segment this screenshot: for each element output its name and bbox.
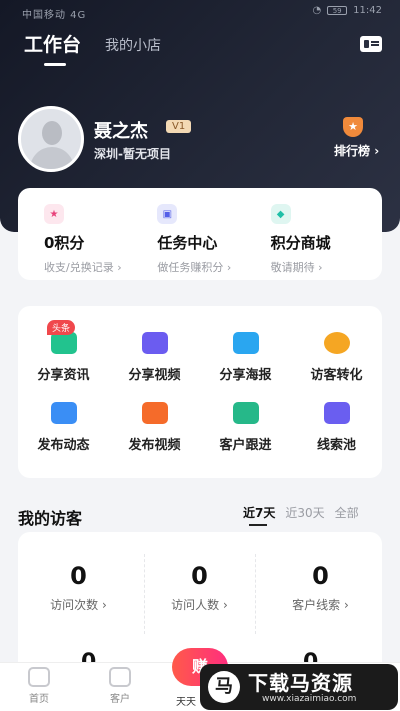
points-card: ★ 0积分 收支/兑换记录 › ▣ 任务中心 做任务赚积分 › ◆ 积分商城 敬…	[18, 188, 382, 280]
points-title: 积分商城	[270, 234, 331, 252]
tool-share-poster[interactable]: 分享海报	[200, 332, 291, 383]
person-icon	[109, 667, 131, 687]
stat-visits[interactable]: 0 访问次数 ›	[18, 562, 139, 613]
ranking-icon[interactable]: ★	[343, 117, 363, 137]
ranking-label: 排行榜	[334, 144, 371, 158]
play-icon	[141, 402, 168, 424]
points-item-tasks[interactable]: ▣ 任务中心 做任务赚积分 ›	[143, 204, 256, 280]
nav-home[interactable]: 首页	[19, 667, 59, 705]
tab-workbench[interactable]: 工作台	[24, 30, 81, 66]
top-tabs: 工作台 我的小店	[24, 30, 161, 66]
watermark-logo: 马	[208, 671, 240, 703]
tool-share-video[interactable]: 分享视频	[109, 332, 200, 383]
task-icon: ▣	[157, 204, 178, 224]
visitor-icon	[323, 332, 350, 354]
tool-label: 分享资讯	[37, 368, 90, 383]
tab-my-shop[interactable]: 我的小店	[105, 35, 161, 57]
avatar-head	[42, 121, 62, 145]
tool-visitor-convert[interactable]: 访客转化	[291, 332, 382, 383]
stat-label: 访问次数 ›	[50, 598, 107, 612]
tool-label: 分享视频	[128, 368, 181, 383]
stat-number: 0	[191, 562, 208, 590]
battery-icon: 59	[327, 6, 348, 15]
home-icon	[28, 667, 50, 687]
star-icon: ★	[44, 204, 64, 224]
section-title: 我的访客	[18, 509, 83, 528]
level-badge: V1	[166, 120, 192, 133]
stat-leads[interactable]: 0 客户线索 ›	[260, 562, 381, 613]
divider	[255, 554, 256, 634]
stat-number: 0	[70, 562, 87, 590]
watermark: 马 下载马资源 www.xiazaimiao.com	[200, 664, 398, 710]
shop-icon: ◆	[270, 204, 291, 224]
tool-post-video[interactable]: 发布视频	[109, 402, 200, 453]
user-name: 聂之杰	[94, 121, 148, 142]
article-icon	[50, 332, 77, 354]
tool-label: 客户跟进	[219, 438, 272, 453]
tool-share-article[interactable]: 分享资讯	[18, 332, 109, 383]
watermark-url: www.xiazaimiao.com	[262, 694, 357, 704]
nav-label: 天天	[176, 697, 196, 708]
stat-label: 客户线索 ›	[292, 598, 349, 612]
filter-all[interactable]: 全部	[335, 504, 359, 521]
filter-30-days[interactable]: 近30天	[285, 504, 324, 521]
carrier-text: 中国移动 4G	[22, 10, 87, 21]
wifi-icon: ◔	[312, 5, 322, 16]
watermark-title: 下载马资源	[248, 671, 353, 695]
stat-label: 访问人数 ›	[171, 598, 228, 612]
tool-label: 分享海报	[219, 368, 272, 383]
stat-number: 0	[312, 562, 329, 590]
filter-7-days[interactable]: 近7天	[243, 504, 275, 526]
tool-label: 线索池	[316, 438, 356, 453]
video-icon	[141, 332, 168, 354]
nav-customers[interactable]: 客户	[100, 667, 140, 705]
points-item-shop[interactable]: ◆ 积分商城 敬请期待 ›	[257, 204, 370, 280]
business-card-icon[interactable]	[360, 36, 382, 52]
tool-label: 发布视频	[128, 438, 181, 453]
nav-label: 客户	[110, 694, 130, 705]
folder-icon	[50, 402, 77, 424]
points-item-balance[interactable]: ★ 0积分 收支/兑换记录 ›	[30, 204, 143, 280]
stat-visitors[interactable]: 0 访问人数 ›	[139, 562, 260, 613]
headline-badge: 头条	[47, 320, 76, 335]
points-sub: 收支/兑换记录 ›	[44, 261, 122, 274]
points-sub: 做任务赚积分 ›	[157, 261, 232, 274]
follow-icon	[232, 402, 259, 424]
avatar[interactable]	[18, 106, 84, 172]
points-title: 任务中心	[157, 234, 218, 252]
nav-label: 首页	[29, 694, 49, 705]
status-bar: 中国移动 4G ◔ 59 11:42	[0, 2, 400, 22]
points-title: 0积分	[44, 234, 85, 252]
tool-customer-follow[interactable]: 客户跟进	[200, 402, 291, 453]
tool-label: 发布动态	[37, 438, 90, 453]
clock: 11:42	[353, 5, 382, 16]
tool-post-update[interactable]: 发布动态	[18, 402, 109, 453]
cards-icon	[323, 402, 350, 424]
tool-label: 访客转化	[310, 368, 363, 383]
tool-lead-pool[interactable]: 线索池	[291, 402, 382, 453]
user-project: 深圳-暂无项目	[94, 147, 171, 161]
ranking-link[interactable]: 排行榜 ›	[334, 142, 379, 159]
poster-icon	[232, 332, 259, 354]
points-sub: 敬请期待 ›	[270, 261, 323, 274]
visitor-filters: 近7天 近30天 全部	[243, 504, 359, 526]
avatar-body	[30, 147, 74, 169]
